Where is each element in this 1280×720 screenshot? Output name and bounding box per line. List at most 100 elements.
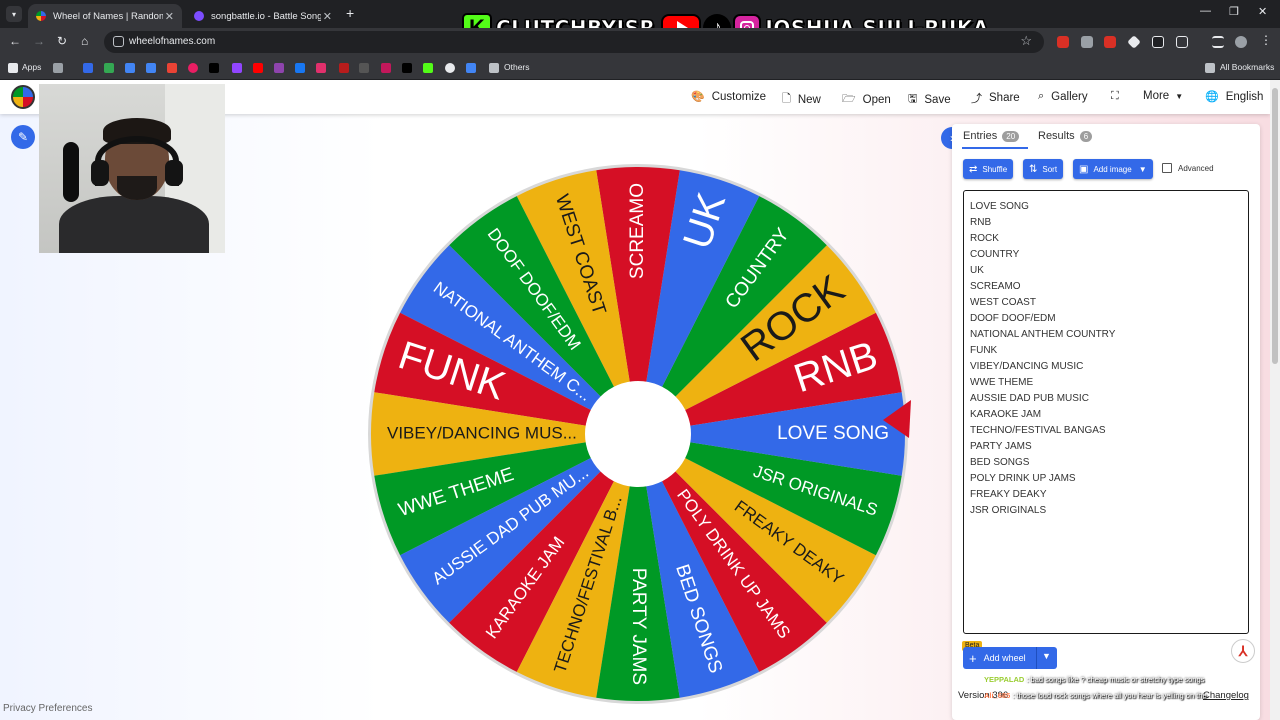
reading-list-icon[interactable]: [1212, 36, 1224, 48]
bookmark-folder-others[interactable]: Others: [504, 62, 530, 72]
add-wheel-button[interactable]: + Add wheel ▼: [963, 647, 1057, 669]
advanced-label: Advanced: [1178, 163, 1214, 173]
close-window-icon[interactable]: ✕: [1258, 5, 1267, 18]
gallery-button[interactable]: ⌕ Gallery: [1038, 90, 1088, 103]
bookmark-icon[interactable]: [146, 63, 156, 73]
sort-icon: ⇅: [1029, 163, 1038, 175]
bookmark-icon[interactable]: [125, 63, 135, 73]
browser-menu-icon[interactable]: ⋮: [1260, 33, 1272, 47]
tab-list-button[interactable]: ▾: [6, 6, 22, 22]
extension-icon[interactable]: [1152, 36, 1164, 48]
bookmark-instagram-icon[interactable]: [316, 63, 326, 73]
bookmark-icon[interactable]: [274, 63, 284, 73]
tab-results[interactable]: Results 6: [1038, 130, 1093, 142]
bookmark-icon[interactable]: [381, 63, 391, 73]
bookmark-star-icon[interactable]: ☆: [1020, 33, 1032, 49]
entry-line: JSR ORIGINALS: [970, 505, 1047, 516]
bookmark-youtube-icon[interactable]: [253, 63, 263, 73]
bookmark-x-icon[interactable]: [402, 63, 412, 73]
songbattle-favicon-icon: [194, 11, 204, 21]
wheel-logo-icon[interactable]: [11, 85, 35, 109]
shuffle-button[interactable]: ⇄ Shuffle: [963, 159, 1014, 179]
bookmark-facebook-icon[interactable]: [295, 63, 305, 73]
changelog-link[interactable]: Changelog: [1203, 690, 1249, 701]
extension-icon[interactable]: [1081, 36, 1093, 48]
bookmark-icon[interactable]: [466, 63, 476, 73]
name-wheel[interactable]: RNBROCKCOUNTRYUKSCREAMOWEST COASTDOOF DO…: [362, 144, 922, 704]
pdf-extension-icon[interactable]: [1104, 36, 1116, 48]
browser-tab-songbattle[interactable]: songbattle.io - Battle Songs ag ✕: [186, 4, 340, 28]
page-scrollbar[interactable]: [1270, 80, 1280, 720]
extension-icon[interactable]: [1127, 35, 1141, 49]
customize-button[interactable]: 🎨 Customize: [691, 90, 767, 104]
folder-icon: [1205, 63, 1215, 73]
bookmark-icon[interactable]: [167, 63, 177, 73]
wheel-segment-label: PARTY JAMS: [628, 568, 649, 685]
entry-line: WWE THEME: [970, 377, 1034, 388]
bookmark-kick-icon[interactable]: [423, 63, 433, 73]
bookmark-icon[interactable]: [104, 63, 114, 73]
browser-tab-wheel[interactable]: Wheel of Names | Random nam ✕: [28, 4, 182, 28]
open-button[interactable]: 🗁 Open: [842, 90, 891, 109]
tab-title: Wheel of Names | Random nam: [53, 10, 163, 22]
bookmark-icon[interactable]: [445, 63, 455, 73]
share-button[interactable]: ⤴ Share: [971, 90, 1020, 106]
close-tab-icon[interactable]: ✕: [165, 10, 174, 23]
entry-line: KARAOKE JAM: [970, 409, 1042, 420]
advanced-checkbox[interactable]: [1162, 163, 1172, 173]
forward-icon[interactable]: →: [33, 34, 45, 48]
extension-icon[interactable]: [1057, 36, 1069, 48]
home-icon[interactable]: ⌂: [81, 34, 88, 48]
fullscreen-icon: ⛶: [1111, 90, 1119, 102]
bookmark-icon[interactable]: [83, 63, 93, 73]
chat-message: YEPPALAD : bad songs like ? cheap music …: [984, 675, 1204, 684]
bookmark-tiktok-icon[interactable]: [209, 63, 219, 73]
close-tab-icon[interactable]: ✕: [323, 10, 332, 23]
add-image-button[interactable]: ▣ Add image ▼: [1073, 159, 1153, 179]
save-icon: 🖫: [908, 93, 918, 105]
chat-text: : those loud rock songs where all you he…: [1012, 691, 1207, 700]
sort-label: Sort: [1042, 164, 1058, 174]
fullscreen-button[interactable]: ⛶: [1111, 90, 1126, 103]
plus-icon: +: [969, 650, 977, 666]
edit-pencil-icon[interactable]: ✎: [11, 125, 35, 149]
new-tab-icon[interactable]: +: [346, 5, 354, 21]
entries-textarea[interactable]: LOVE SONG RNB ROCK COUNTRY UK SCREAMO WEST COA…: [963, 190, 1249, 634]
language-button[interactable]: 🌐 English: [1205, 90, 1264, 104]
extensions-puzzle-icon[interactable]: [1176, 36, 1188, 48]
save-button[interactable]: 🖫 Save: [908, 90, 951, 109]
bookmark-icon[interactable]: [53, 63, 63, 73]
new-label: New: [797, 93, 821, 106]
share-label: Share: [989, 92, 1020, 104]
language-label: English: [1225, 90, 1264, 103]
bookmark-apps[interactable]: Apps: [22, 62, 41, 72]
customize-label: Customize: [711, 90, 767, 103]
reload-icon[interactable]: ↻: [57, 34, 67, 48]
more-button[interactable]: More ▼: [1143, 90, 1183, 102]
site-info-icon[interactable]: [113, 36, 124, 47]
bookmark-icon[interactable]: [359, 63, 369, 73]
url-text: wheelofnames.com: [129, 36, 216, 47]
bookmark-twitch-icon[interactable]: [232, 63, 242, 73]
privacy-preferences-link[interactable]: Privacy Preferences: [3, 703, 92, 714]
advanced-toggle[interactable]: Advanced: [1162, 163, 1214, 173]
minimize-icon[interactable]: —: [1200, 5, 1211, 17]
entry-line: PARTY JAMS: [970, 441, 1032, 452]
bookmark-icon[interactable]: [188, 63, 198, 73]
bookmark-icon[interactable]: [339, 63, 349, 73]
tab-entries[interactable]: Entries 20: [963, 130, 1020, 142]
entry-line: POLY DRINK UP JAMS: [970, 473, 1076, 484]
restore-icon[interactable]: ❐: [1229, 5, 1239, 18]
new-button[interactable]: 🗋 New: [782, 90, 821, 109]
profile-avatar-icon[interactable]: [1235, 36, 1247, 48]
address-bar[interactable]: wheelofnames.com ☆: [104, 31, 1044, 53]
webcam-overlay: [39, 84, 225, 253]
chevron-down-icon[interactable]: ▼: [1042, 651, 1051, 661]
sort-button[interactable]: ⇅ Sort: [1023, 159, 1064, 179]
add-wheel-label: Add wheel: [983, 653, 1026, 663]
wheel-center-hub[interactable]: [585, 381, 691, 487]
back-icon[interactable]: ←: [9, 34, 21, 48]
pdf-icon[interactable]: ⅄: [1231, 639, 1255, 663]
all-bookmarks[interactable]: All Bookmarks: [1220, 62, 1274, 72]
entry-line: AUSSIE DAD PUB MUSIC: [970, 393, 1089, 404]
